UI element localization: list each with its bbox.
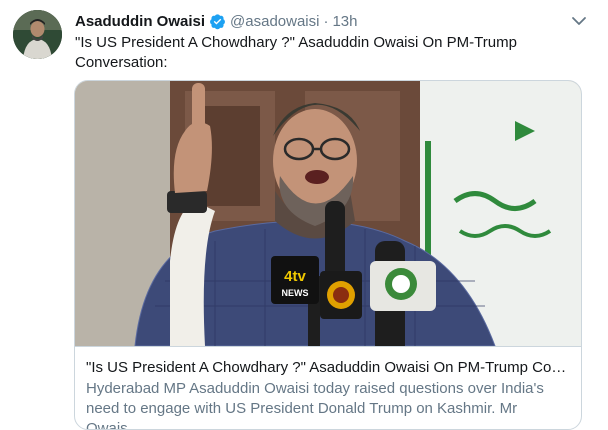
mic-label-4tv: 4tv bbox=[284, 268, 306, 285]
card-title: "Is US President A Chowdhary ?" Asaduddi… bbox=[86, 359, 574, 376]
card-description: Hyderabad MP Asaduddin Owaisi today rais… bbox=[86, 380, 544, 430]
tweet-timestamp[interactable]: 13h bbox=[332, 13, 357, 30]
tweet-text: "Is US President A Chowdhary ?" Asaduddi… bbox=[75, 34, 517, 71]
card-image[interactable]: 4tv NEWS bbox=[75, 81, 581, 346]
chevron-down-icon[interactable] bbox=[570, 14, 588, 28]
link-card[interactable]: 4tv NEWS "Is US President A Chowdhary ?"… bbox=[74, 80, 582, 430]
card-body[interactable]: "Is US President A Chowdhary ?" Asaduddi… bbox=[75, 346, 581, 429]
mic-label-news: NEWS bbox=[282, 288, 309, 298]
tweet[interactable]: Asaduddin Owaisi @asadowaisi · 13h "Is U… bbox=[0, 0, 608, 430]
verified-badge-icon bbox=[209, 13, 226, 30]
avatar[interactable] bbox=[13, 10, 62, 59]
separator-dot: · bbox=[323, 12, 329, 30]
tweet-header: Asaduddin Owaisi @asadowaisi · 13h bbox=[75, 11, 358, 31]
author-handle[interactable]: @asadowaisi bbox=[230, 13, 319, 30]
author-name[interactable]: Asaduddin Owaisi bbox=[75, 13, 205, 30]
